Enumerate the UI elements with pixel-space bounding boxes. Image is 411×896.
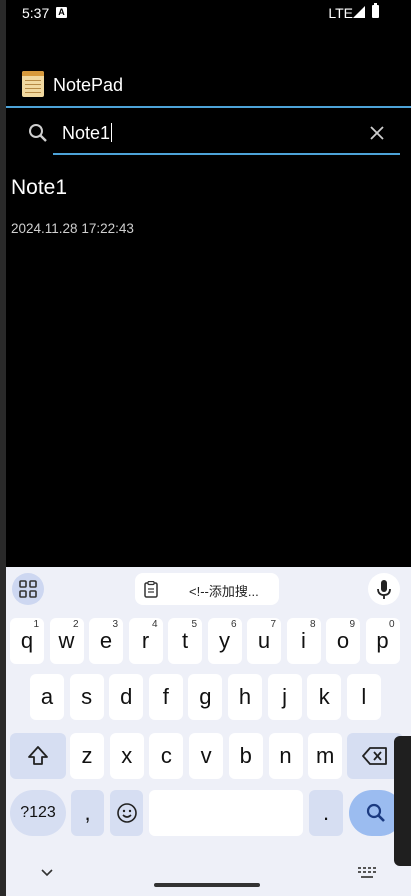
apps-grid-button[interactable] (12, 573, 44, 605)
network-type: LTE (328, 5, 353, 21)
period-key[interactable]: . (309, 790, 343, 836)
key-x[interactable]: x (109, 733, 144, 779)
battery-icon (372, 3, 379, 18)
key-k[interactable]: k (307, 674, 342, 720)
key-t[interactable]: t5 (168, 618, 202, 664)
key-secondary-label: 3 (112, 619, 118, 630)
note-timestamp: 2024.11.28 17:22:43 (11, 221, 134, 236)
app-bar-divider (6, 106, 411, 108)
soft-keyboard: <!--添加搜... q1w2e3r4t5y6u7i8o9p0 asdfghjk… (6, 567, 411, 896)
search-icon (366, 803, 385, 822)
emoji-icon (116, 803, 137, 823)
voice-input-button[interactable] (368, 573, 400, 605)
key-z[interactable]: z (70, 733, 104, 779)
key-y[interactable]: y6 (207, 618, 242, 664)
notepad-app-icon (22, 71, 44, 97)
key-label: w (58, 628, 75, 653)
comma-key[interactable]: , (71, 790, 104, 836)
key-u[interactable]: u7 (247, 618, 281, 664)
search-input[interactable]: Note1 (53, 117, 400, 155)
key-v[interactable]: v (189, 733, 224, 779)
key-m[interactable]: m (308, 733, 343, 779)
key-secondary-label: 1 (33, 619, 39, 630)
key-label: o (336, 628, 350, 653)
space-key[interactable] (149, 790, 303, 836)
search-icon (29, 124, 47, 142)
backspace-icon (362, 747, 387, 765)
key-label: e (99, 628, 113, 653)
keyboard-switch-icon[interactable] (358, 867, 376, 879)
hide-keyboard-icon[interactable] (40, 865, 54, 879)
key-h[interactable]: h (228, 674, 262, 720)
key-g[interactable]: g (188, 674, 223, 720)
key-c[interactable]: c (149, 733, 184, 779)
search-input-value: Note1 (62, 123, 111, 143)
key-label: t (181, 628, 189, 653)
key-e[interactable]: e3 (89, 618, 123, 664)
note-title[interactable]: Note1 (11, 176, 67, 200)
key-secondary-label: 9 (349, 619, 355, 630)
key-j[interactable]: j (267, 674, 302, 720)
key-f[interactable]: f (148, 674, 183, 720)
key-secondary-label: 6 (230, 619, 237, 630)
key-p[interactable]: p0 (365, 618, 400, 664)
key-secondary-label: 5 (191, 619, 197, 630)
keyboard-toolbar: <!--添加搜... (6, 567, 411, 611)
key-secondary-label: 0 (388, 619, 395, 630)
key-a[interactable]: a (30, 674, 64, 720)
shift-icon (28, 746, 48, 765)
clipboard-suggestion[interactable]: <!--添加搜... (135, 573, 279, 605)
edge-panel-tab[interactable] (394, 736, 411, 866)
key-w[interactable]: w2 (49, 618, 84, 664)
key-l[interactable]: l (346, 674, 381, 720)
key-label: y (219, 628, 230, 653)
notification-a-icon: A (56, 7, 67, 18)
close-icon[interactable] (368, 124, 386, 142)
key-o[interactable]: o9 (326, 618, 360, 664)
key-label: r (141, 628, 150, 653)
key-secondary-label: 2 (72, 619, 79, 630)
emoji-key[interactable] (110, 790, 143, 836)
key-label: q (20, 628, 34, 653)
key-label: i (301, 628, 306, 653)
signal-icon (353, 6, 365, 18)
key-secondary-label: 8 (309, 619, 316, 630)
clipboard-icon (144, 581, 158, 598)
key-secondary-label: 7 (270, 619, 276, 630)
grid-icon (19, 580, 37, 598)
key-s[interactable]: s (69, 674, 104, 720)
key-i[interactable]: i8 (286, 618, 321, 664)
status-bar: 5:37 A LTE (6, 0, 411, 26)
key-label: p (376, 628, 389, 653)
microphone-icon (377, 580, 391, 599)
key-r[interactable]: r4 (128, 618, 163, 664)
status-time: 5:37 (22, 5, 50, 21)
app-title: NotePad (53, 75, 124, 95)
key-d[interactable]: d (109, 674, 144, 720)
gesture-nav-handle[interactable] (154, 883, 260, 887)
key-n[interactable]: n (268, 733, 303, 779)
key-q[interactable]: q1 (10, 618, 44, 664)
numbers-key[interactable]: ?123 (10, 790, 66, 836)
app-bar: NotePad (6, 62, 411, 106)
key-label: u (257, 628, 271, 653)
key-b[interactable]: b (228, 733, 263, 779)
shift-key[interactable] (10, 733, 66, 779)
text-cursor (111, 123, 113, 142)
clipboard-text: <!--添加搜... (189, 584, 259, 599)
key-secondary-label: 4 (151, 619, 158, 630)
